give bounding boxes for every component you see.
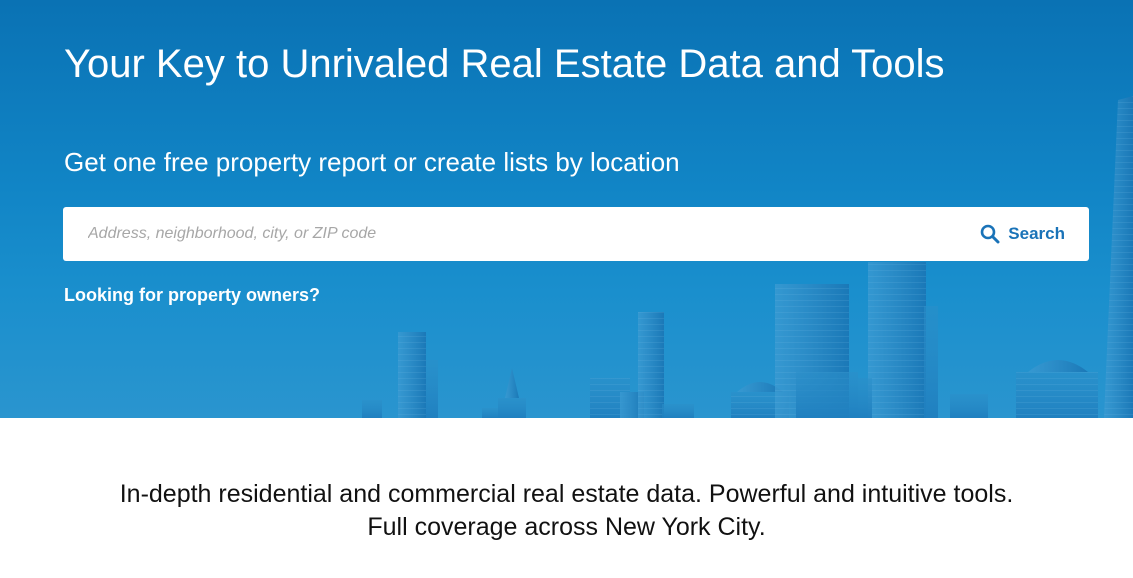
tagline: In-depth residential and commercial real… — [0, 478, 1133, 544]
search-button-label: Search — [1008, 224, 1065, 243]
hero-banner: Your Key to Unrivaled Real Estate Data a… — [0, 0, 1133, 418]
tagline-line-1: In-depth residential and commercial real… — [119, 480, 1014, 508]
property-owners-link[interactable]: Looking for property owners? — [64, 284, 320, 306]
search-button[interactable]: Search — [976, 207, 1069, 261]
hero-title: Your Key to Unrivaled Real Estate Data a… — [64, 42, 945, 86]
hero-subtitle: Get one free property report or create l… — [64, 147, 680, 177]
tagline-line-2: Full coverage across New York City. — [367, 513, 766, 541]
search-icon — [980, 224, 1000, 244]
search-bar: Search — [63, 207, 1089, 261]
search-input[interactable] — [63, 207, 943, 261]
